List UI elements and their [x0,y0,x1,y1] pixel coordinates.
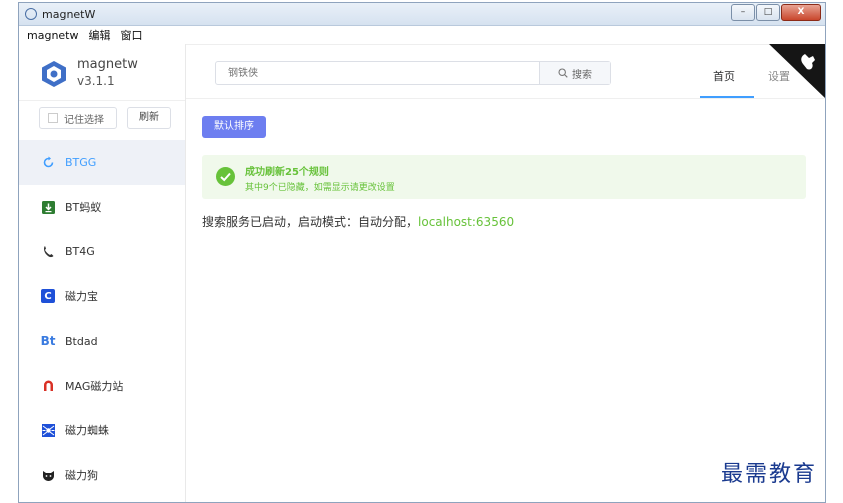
search-input[interactable] [216,62,539,84]
refresh-button[interactable]: 刷新 [127,107,171,129]
sidebar-item-spider[interactable]: 磁力蜘蛛 [19,408,185,453]
download-box-icon [41,200,55,214]
active-tab-indicator [700,96,754,98]
sidebar-item-label: BT蚂蚁 [65,201,102,215]
app-name: magnetw [77,57,138,72]
magnet-icon [41,379,55,393]
remember-selection-checkbox[interactable]: 记住选择 [39,107,117,129]
remember-selection-label: 记住选择 [64,114,104,126]
status-host-link[interactable]: localhost:63560 [418,215,514,229]
title-bar[interactable]: magnetW – □ X [19,3,825,26]
maximize-button[interactable]: □ [756,4,780,21]
sidebar-item-bt4g[interactable]: BT4G [19,229,185,274]
phone-handset-icon [41,245,55,259]
c-letter-icon: C [41,289,55,304]
check-circle-icon [216,167,235,186]
menu-window[interactable]: 窗口 [121,27,143,43]
header: 搜索 首页 设置 [186,44,825,99]
sidebar-item-label: 磁力宝 [65,290,98,304]
dog-icon [41,468,55,482]
sidebar-item-btgg[interactable]: BTGG [19,140,185,185]
search-bar: 搜索 [215,61,611,85]
search-button-label: 搜索 [572,69,592,81]
watermark: 最需教育 [721,462,818,487]
hexagon-logo-icon [42,61,66,87]
sidebar-item-btmayi[interactable]: BT蚂蚁 [19,185,185,230]
window-controls: – □ X [730,4,821,21]
default-sort-button[interactable]: 默认排序 [202,116,266,138]
sidebar-item-label: BT4G [65,245,95,259]
app-window: magnetW – □ X magnetw 编辑 窗口 magnetw v3.1… [18,2,826,503]
menu-edit[interactable]: 编辑 [89,27,111,43]
sidebar-item-cilibao[interactable]: C 磁力宝 [19,274,185,319]
main-content: 默认排序 成功刷新25个规则 其中9个已隐藏，如需显示请更改设置 搜索服务已启动… [186,99,825,502]
sidebar-item-mag[interactable]: MAG磁力站 [19,363,185,408]
sidebar-item-label: 磁力狗 [65,469,98,483]
status-text: 搜索服务已启动，启动模式：自动分配， [202,215,419,229]
search-button[interactable]: 搜索 [539,62,610,84]
alert-description: 其中9个已隐藏，如需显示请更改设置 [245,183,395,193]
alert-title: 成功刷新25个规则 [245,167,329,178]
sidebar-item-label: Btdad [65,334,98,348]
tab-home[interactable]: 首页 [713,68,735,84]
service-status: 搜索服务已启动，启动模式：自动分配，localhost:63560 [202,213,514,230]
refresh-circle-icon [41,155,55,169]
app-version: v3.1.1 [77,74,115,88]
menu-magnetw[interactable]: magnetw [27,29,79,42]
sidebar-divider [19,100,185,101]
minimize-button[interactable]: – [731,4,755,21]
sidebar-item-label: BTGG [65,155,97,169]
spider-icon [41,423,55,437]
github-corner-icon[interactable] [769,44,825,98]
checkbox-box[interactable] [48,113,58,123]
menu-bar: magnetw 编辑 窗口 [19,26,825,45]
sidebar-item-label: MAG磁力站 [65,379,124,393]
sidebar-item-btdad[interactable]: Bt Btdad [19,319,185,364]
search-icon [558,68,568,78]
app-window-icon [25,8,37,20]
sidebar-item-label: 磁力蜘蛛 [65,424,109,438]
sidebar: magnetw v3.1.1 记住选择 刷新 BTGG BT蚂蚁 BT4G C … [19,44,186,502]
sidebar-item-ciligou[interactable]: 磁力狗 [19,453,185,498]
source-list: BTGG BT蚂蚁 BT4G C 磁力宝 Bt Btdad MAG磁力站 磁力蜘… [19,140,185,498]
success-alert: 成功刷新25个规则 其中9个已隐藏，如需显示请更改设置 [202,155,806,199]
bt-letters-icon: Bt [40,334,56,349]
window-title: magnetW [42,7,96,21]
close-button[interactable]: X [781,4,821,21]
